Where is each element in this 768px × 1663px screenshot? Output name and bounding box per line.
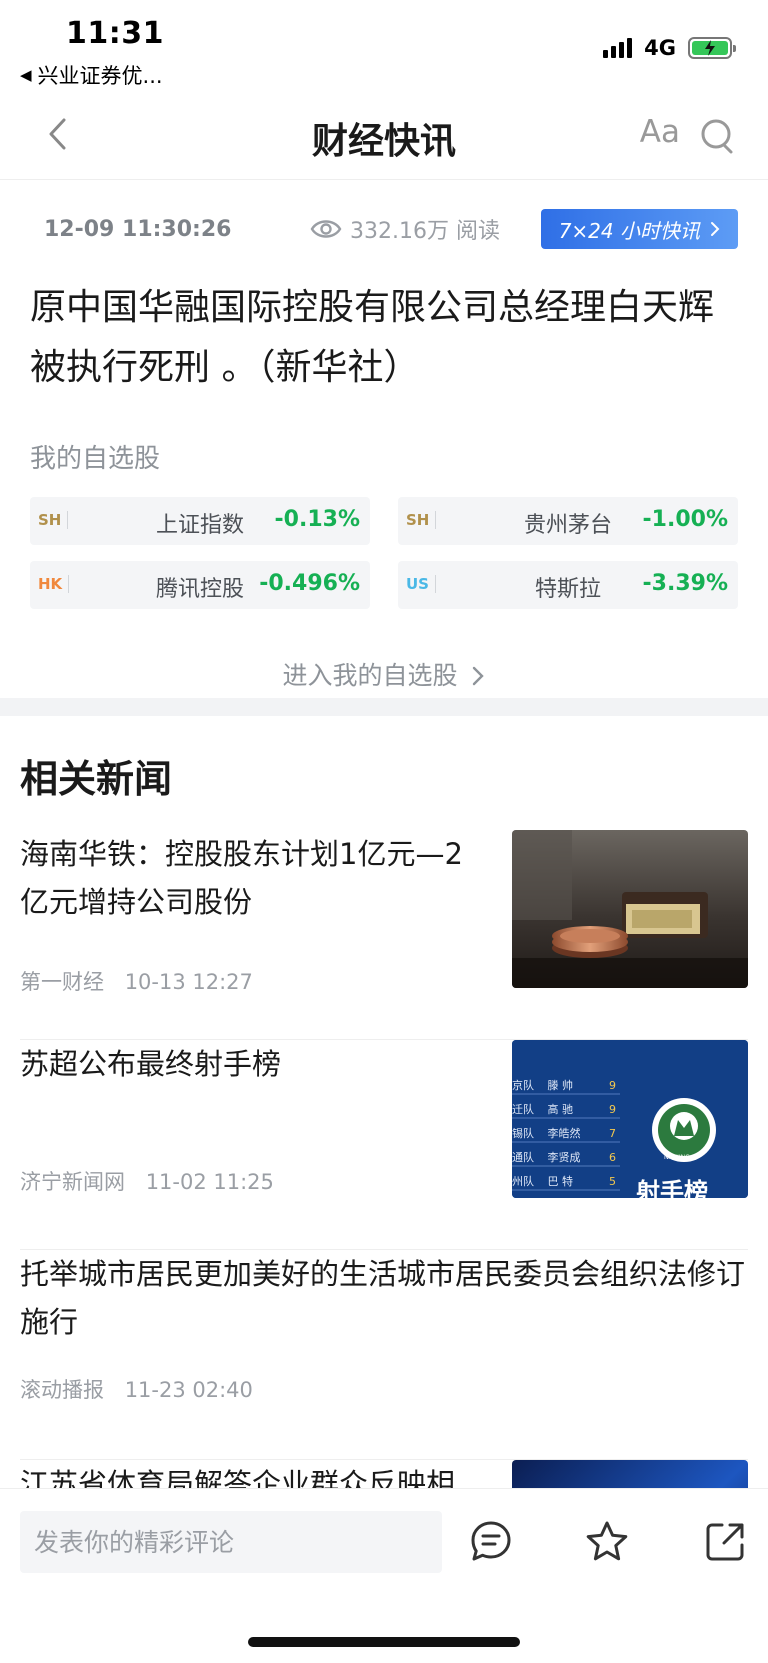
share-button[interactable]	[702, 1519, 748, 1565]
comments-button[interactable]	[468, 1519, 514, 1565]
stock-card[interactable]: US 特斯拉 -3.39%	[398, 561, 738, 609]
ranking-row: 锡队 李皓然 7	[512, 1127, 616, 1140]
comment-icon	[471, 1521, 511, 1561]
ranking-row: 通队 李贤成 6	[512, 1151, 616, 1164]
enter-watchlist-label: 进入我的自选股	[282, 661, 458, 690]
stock-change: -0.496%	[259, 571, 360, 596]
news-meta: 第一财经 10-13 12:27	[20, 966, 253, 996]
back-triangle-icon: ◀	[20, 66, 32, 84]
news-item[interactable]: 海南华铁：控股股东计划1亿元—2亿元增持公司股份 第一财经 10-13 12:2…	[20, 830, 748, 1040]
coins-wallet-image	[512, 830, 748, 988]
news-item[interactable]: 苏超公布最终射手榜 济宁新闻网 11-02 11:25 京队 滕 帅9 迁队 高…	[20, 1040, 748, 1250]
status-time: 11:31	[66, 16, 164, 51]
stock-card[interactable]: HK 腾讯控股 -0.496%	[30, 561, 370, 609]
article-datetime: 12-09 11:30:26	[44, 217, 232, 242]
bottom-bar	[0, 1488, 768, 1663]
eye-icon	[310, 220, 342, 238]
stock-card[interactable]: SH 贵州茅台 -1.00%	[398, 497, 738, 545]
news-source: 第一财经	[20, 970, 104, 994]
article-meta: 12-09 11:30:26 332.16万 阅读 7×24 小时快讯	[0, 205, 768, 253]
news-title: 海南华铁：控股股东计划1亿元—2亿元增持公司股份	[20, 837, 463, 919]
live-news-label: 7×24 小时快讯	[558, 218, 700, 243]
news-source: 滚动播报	[20, 1378, 104, 1402]
ranking-row: 迁队 高 驰9	[512, 1103, 616, 1116]
live-news-badge[interactable]: 7×24 小时快讯	[540, 209, 738, 249]
news-source: 济宁新闻网	[20, 1170, 125, 1194]
stock-change: -1.00%	[642, 507, 728, 532]
news-time: 11-02 11:25	[145, 1170, 274, 1194]
watchlist-label: 我的自选股	[30, 444, 161, 474]
ranking-list: 京队 滕 帅9 迁队 高 驰9 锡队 李皓然 7 通队 李贤成 6 州队 巴 特5	[512, 1074, 622, 1194]
back-to-app-link[interactable]: ◀ 兴业证券优...	[20, 60, 163, 90]
ranking-row: 州队 巴 特5	[512, 1175, 616, 1188]
news-meta: 滚动播报 11-23 02:40	[20, 1374, 253, 1404]
home-indicator[interactable]	[248, 1637, 520, 1647]
section-divider	[0, 698, 768, 716]
signal-icon	[603, 38, 633, 58]
chevron-right-icon	[473, 666, 485, 686]
related-news-title: 相关新闻	[20, 757, 173, 801]
network-type: 4G	[644, 36, 676, 60]
star-icon	[586, 1521, 628, 1561]
ranking-row: 京队 滕 帅9	[512, 1079, 616, 1092]
stock-change: -3.39%	[642, 571, 728, 596]
status-indicators: 4G	[603, 36, 736, 60]
battery-icon	[688, 37, 736, 59]
watchlist-grid: SH 上证指数 -0.13% SH 贵州茅台 -1.00% HK 腾讯控股 -0…	[30, 497, 738, 609]
favorite-button[interactable]	[584, 1519, 630, 1565]
news-time: 11-23 02:40	[124, 1378, 253, 1402]
enter-watchlist-link[interactable]: 进入我的自选股	[0, 656, 768, 692]
news-title: 苏超公布最终射手榜	[20, 1047, 282, 1081]
stock-card[interactable]: SH 上证指数 -0.13%	[30, 497, 370, 545]
chevron-right-icon	[711, 222, 720, 236]
view-count: 332.16万 阅读	[310, 213, 500, 245]
back-app-label: 兴业证券优...	[37, 64, 163, 88]
nav-bar: 财经快讯 Aa	[0, 90, 768, 180]
news-meta: 济宁新闻网 11-02 11:25	[20, 1166, 274, 1196]
news-item[interactable]: 托举城市居民更加美好的生活城市居民委员会组织法修订施行 滚动播报 11-23 0…	[20, 1250, 748, 1460]
status-bar: 11:31 ◀ 兴业证券优... 4G	[0, 0, 768, 90]
comment-input[interactable]	[20, 1511, 442, 1573]
news-thumbnail: 京队 滕 帅9 迁队 高 驰9 锡队 李皓然 7 通队 李贤成 6 州队 巴 特5 …	[512, 1040, 748, 1198]
seal-label: NANJING	[664, 1154, 690, 1161]
share-icon	[706, 1523, 744, 1561]
news-time: 10-13 12:27	[124, 970, 253, 994]
view-count-label: 332.16万 阅读	[350, 219, 500, 244]
search-icon	[701, 119, 733, 154]
font-size-button[interactable]: Aa	[640, 114, 680, 150]
ranking-banner: 射手榜	[636, 1178, 708, 1198]
news-title: 托举城市居民更加美好的生活城市居民委员会组织法修订施行	[20, 1257, 746, 1339]
article-headline: 原中国华融国际控股有限公司总经理白天辉被执行死刑 。（新华社）	[30, 287, 715, 388]
search-button[interactable]	[698, 116, 738, 156]
news-thumbnail	[512, 830, 748, 988]
stock-change: -0.13%	[274, 507, 360, 532]
